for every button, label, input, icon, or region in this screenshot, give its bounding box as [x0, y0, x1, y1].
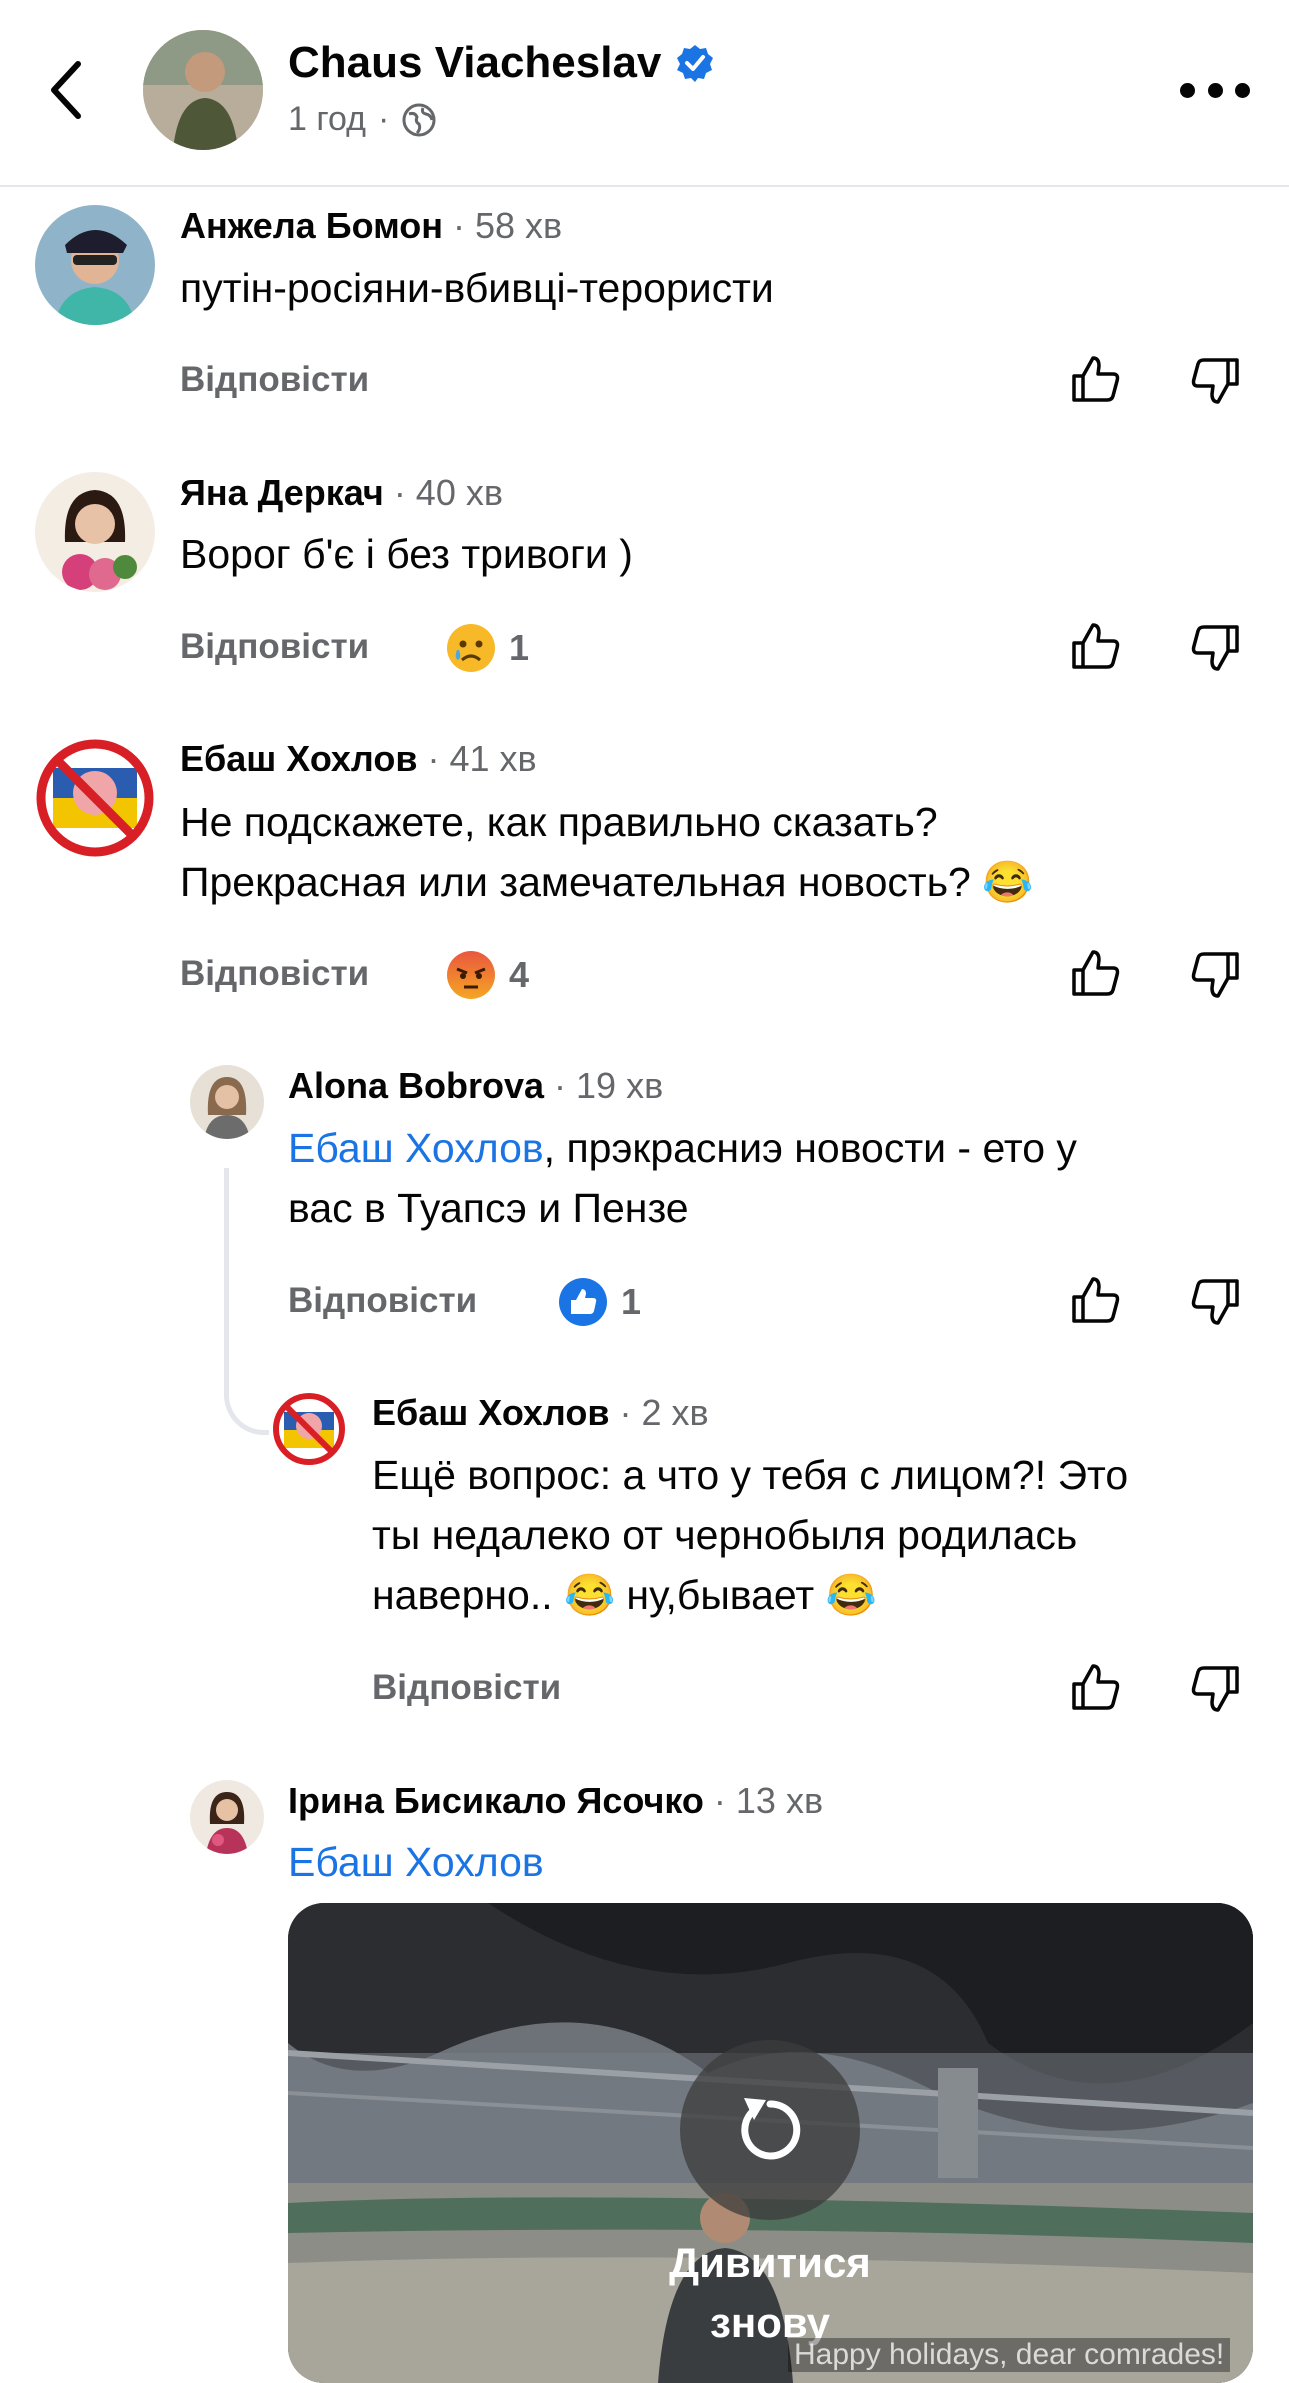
commenter-avatar[interactable] [190, 1780, 264, 1854]
commenter-avatar[interactable] [35, 472, 155, 592]
like-emoji-icon [559, 1278, 607, 1326]
comment-text: Ебаш Хохлов, прэкрасниэ новости - ето у … [288, 1125, 1077, 1231]
commenter-avatar[interactable] [190, 1065, 264, 1139]
reaction-summary[interactable]: 4 [445, 949, 529, 1001]
dot-icon [1180, 82, 1195, 98]
verified-badge-icon [677, 45, 714, 82]
commenter-name[interactable]: Яна Деркач · 40 хв [180, 472, 503, 514]
comment-text: путін-росіяни-вбивці-терористи [180, 265, 774, 311]
dot-icon [1235, 82, 1250, 98]
post-header: Chaus Viacheslav 1 год · [0, 0, 1289, 187]
commenter-name[interactable]: Ірина Бисикало Ясочко · 13 хв [288, 1780, 823, 1822]
commenter-avatar[interactable] [35, 738, 155, 858]
commenter-name[interactable]: Ебаш Хохлов · 41 хв [180, 738, 537, 780]
dot-icon [1207, 82, 1223, 98]
chevron-left-icon [51, 61, 81, 119]
like-icon[interactable] [1068, 946, 1124, 1002]
commenter-name[interactable]: Анжела Бомон · 58 хв [180, 205, 562, 247]
reaction-summary[interactable]: 1 [557, 1276, 641, 1328]
commenter-avatar[interactable] [272, 1392, 346, 1466]
post-meta: 1 год · [288, 100, 437, 139]
video-player[interactable]: Дивитися знову Happy holidays, dear comr… [288, 1903, 1253, 2383]
replay-button[interactable] [680, 2040, 860, 2220]
comment-text: Ещё вопрос: а что у тебя с лицом?! Это т… [372, 1452, 1129, 1618]
commenter-avatar[interactable] [35, 205, 155, 325]
like-icon[interactable] [1068, 1660, 1124, 1716]
dislike-icon[interactable] [1187, 946, 1243, 1002]
back-button[interactable] [40, 50, 100, 130]
angry-emoji-icon [447, 951, 495, 999]
reply-button[interactable]: Відповісти [180, 954, 369, 994]
dislike-icon[interactable] [1187, 352, 1243, 408]
dislike-icon[interactable] [1187, 1660, 1243, 1716]
comment-text: Не подскажете, как правильно сказать? Пр… [180, 799, 1034, 905]
replay-icon [741, 2098, 801, 2160]
watch-again-label[interactable]: Дивитися знову [588, 2233, 952, 2353]
reaction-summary[interactable]: 1 [445, 622, 529, 674]
commenter-name[interactable]: Ебаш Хохлов · 2 хв [372, 1392, 709, 1434]
thread-connector [224, 1168, 269, 1435]
like-icon[interactable] [1068, 619, 1124, 675]
comment-text: Ебаш Хохлов [288, 1832, 544, 1892]
like-icon[interactable] [1068, 1273, 1124, 1329]
more-options-button[interactable] [1180, 78, 1250, 102]
post-author-name[interactable]: Chaus Viacheslav [288, 38, 715, 88]
comment-text: Ворог б'є і без тривоги ) [180, 531, 633, 577]
reply-button[interactable]: Відповісти [288, 1281, 477, 1321]
mention-link[interactable]: Ебаш Хохлов [288, 1125, 544, 1171]
globe-icon [402, 103, 436, 136]
dislike-icon[interactable] [1187, 619, 1243, 675]
post-author-avatar[interactable] [143, 30, 263, 150]
like-icon[interactable] [1068, 352, 1124, 408]
commenter-name[interactable]: Alona Bobrova · 19 хв [288, 1065, 663, 1107]
video-caption: Happy holidays, dear comrades! [788, 2338, 1231, 2372]
sad-emoji-icon [447, 624, 495, 672]
reply-button[interactable]: Відповісти [180, 627, 369, 667]
dislike-icon[interactable] [1187, 1273, 1243, 1329]
mention-link[interactable]: Ебаш Хохлов [288, 1839, 544, 1885]
reply-button[interactable]: Відповісти [180, 360, 369, 400]
reply-button[interactable]: Відповісти [372, 1668, 561, 1708]
